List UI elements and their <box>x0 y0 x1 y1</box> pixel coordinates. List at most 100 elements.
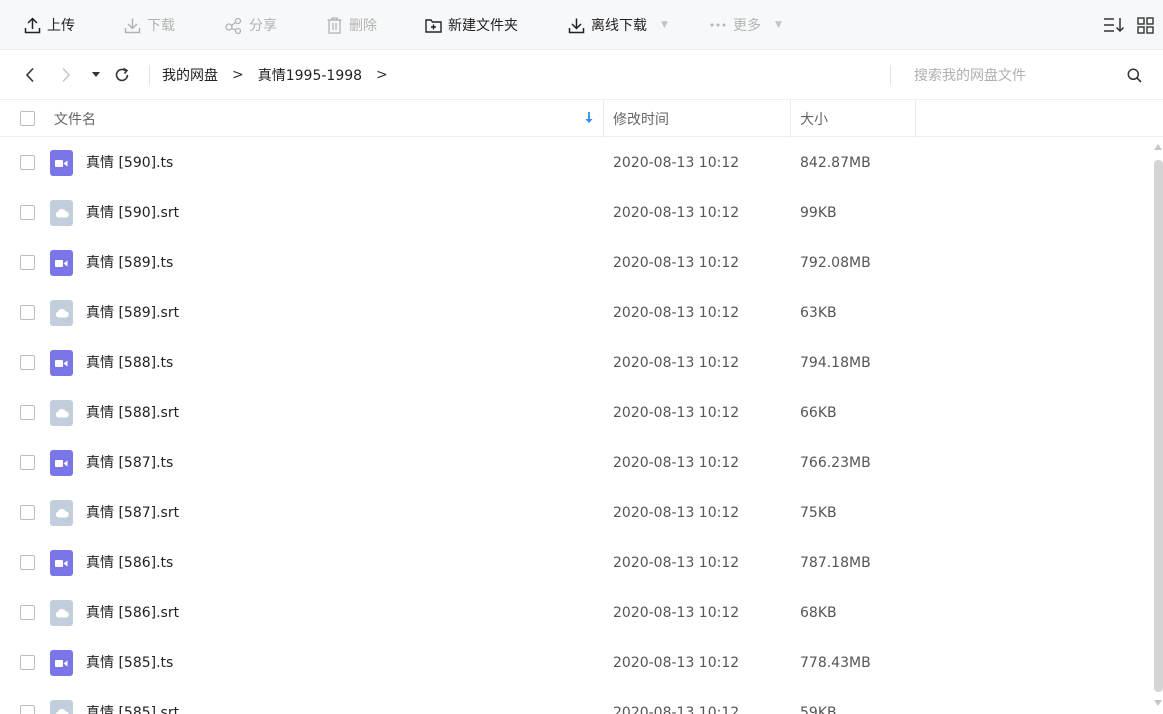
file-name[interactable]: 真情 [589].ts <box>86 238 173 288</box>
breadcrumb-item-current-folder[interactable]: 真情1995-1998 <box>258 65 362 85</box>
subtitle-file-icon <box>50 400 73 426</box>
row-checkbox[interactable] <box>20 305 35 320</box>
file-modified-time: 2020-08-13 10:12 <box>613 555 740 571</box>
file-name[interactable]: 真情 [587].srt <box>86 488 179 538</box>
file-name[interactable]: 真情 [585].ts <box>86 638 173 688</box>
video-file-icon <box>50 450 73 476</box>
subtitle-file-icon <box>50 700 73 714</box>
file-size: 59KB <box>800 705 837 714</box>
file-name[interactable]: 真情 [590].srt <box>86 188 179 238</box>
subtitle-file-icon <box>50 200 73 226</box>
sort-arrow-down-icon[interactable] <box>583 110 595 126</box>
download-icon <box>124 18 141 33</box>
download-button[interactable]: 下载 <box>124 0 175 50</box>
caret-down-icon: ▼ <box>661 20 668 30</box>
file-size: 68KB <box>800 605 837 621</box>
scrollbar-thumb[interactable] <box>1154 160 1163 692</box>
column-divider <box>915 100 916 137</box>
toolbar: 上传 下载 分享 删除 新建文件夹 离线下载 ▼ 更多 ▼ <box>0 0 1163 50</box>
file-row[interactable]: 真情 [588].ts 2020-08-13 10:12 794.18MB <box>0 338 1150 388</box>
chevron-right-icon <box>62 67 71 83</box>
file-size: 794.18MB <box>800 355 871 371</box>
upload-label: 上传 <box>47 18 75 34</box>
breadcrumb-item-my-drive[interactable]: 我的网盘 <box>162 65 218 85</box>
file-size: 99KB <box>800 205 837 221</box>
row-checkbox[interactable] <box>20 655 35 670</box>
column-divider <box>603 100 604 137</box>
forward-button[interactable] <box>58 50 74 100</box>
new-folder-button[interactable]: 新建文件夹 <box>425 0 518 50</box>
file-modified-time: 2020-08-13 10:12 <box>613 505 740 521</box>
file-row[interactable]: 真情 [589].ts 2020-08-13 10:12 792.08MB <box>0 238 1150 288</box>
row-checkbox[interactable] <box>20 355 35 370</box>
breadcrumb: 我的网盘 > 真情1995-1998 > <box>162 50 402 100</box>
delete-button[interactable]: 删除 <box>326 0 377 50</box>
scroll-up-arrow-icon[interactable] <box>1154 144 1162 150</box>
more-label: 更多 <box>733 18 761 34</box>
file-size: 63KB <box>800 305 837 321</box>
file-row[interactable]: 真情 [588].srt 2020-08-13 10:12 66KB <box>0 388 1150 438</box>
file-name[interactable]: 真情 [586].ts <box>86 538 173 588</box>
search-input[interactable] <box>906 62 1106 88</box>
file-row[interactable]: 真情 [590].srt 2020-08-13 10:12 99KB <box>0 188 1150 238</box>
breadcrumb-separator: > <box>376 67 388 83</box>
more-button[interactable]: 更多 ▼ <box>709 0 782 50</box>
grid-view-button[interactable] <box>1137 0 1154 50</box>
file-name[interactable]: 真情 [585].srt <box>86 688 179 714</box>
offline-download-button[interactable]: 离线下载 ▼ <box>568 0 668 50</box>
delete-label: 删除 <box>349 18 377 34</box>
file-row[interactable]: 真情 [590].ts 2020-08-13 10:12 842.87MB <box>0 138 1150 188</box>
share-button[interactable]: 分享 <box>225 0 277 50</box>
chevron-left-icon <box>25 67 34 83</box>
history-dropdown-button[interactable] <box>89 50 103 100</box>
file-name[interactable]: 真情 [589].srt <box>86 288 179 338</box>
file-modified-time: 2020-08-13 10:12 <box>613 255 740 271</box>
row-checkbox[interactable] <box>20 455 35 470</box>
refresh-button[interactable] <box>112 50 132 100</box>
column-header-modified[interactable]: 修改时间 <box>613 100 669 137</box>
back-button[interactable] <box>22 50 38 100</box>
more-icon <box>710 23 726 27</box>
video-file-icon <box>50 650 73 676</box>
file-list: 真情 [590].ts 2020-08-13 10:12 842.87MB 真情 [5… <box>0 138 1150 714</box>
scrollbar[interactable] <box>1151 138 1163 714</box>
file-name[interactable]: 真情 [588].srt <box>86 388 179 438</box>
file-name[interactable]: 真情 [587].ts <box>86 438 173 488</box>
file-name[interactable]: 真情 [590].ts <box>86 138 173 188</box>
file-row[interactable]: 真情 [589].srt 2020-08-13 10:12 63KB <box>0 288 1150 338</box>
breadcrumb-separator: > <box>232 67 244 83</box>
download-label: 下载 <box>147 18 175 34</box>
file-modified-time: 2020-08-13 10:12 <box>613 355 740 371</box>
row-checkbox[interactable] <box>20 405 35 420</box>
row-checkbox[interactable] <box>20 205 35 220</box>
scroll-down-arrow-icon[interactable] <box>1154 700 1162 706</box>
row-checkbox[interactable] <box>20 605 35 620</box>
file-row[interactable]: 真情 [585].ts 2020-08-13 10:12 778.43MB <box>0 638 1150 688</box>
column-header-name[interactable]: 文件名 <box>54 100 96 137</box>
file-row[interactable]: 真情 [586].srt 2020-08-13 10:12 68KB <box>0 588 1150 638</box>
select-all-checkbox[interactable] <box>20 111 35 126</box>
file-name[interactable]: 真情 [586].srt <box>86 588 179 638</box>
column-header-size[interactable]: 大小 <box>800 100 828 137</box>
file-row[interactable]: 真情 [587].srt 2020-08-13 10:12 75KB <box>0 488 1150 538</box>
row-checkbox[interactable] <box>20 255 35 270</box>
upload-button[interactable]: 上传 <box>24 0 75 50</box>
offline-download-label: 离线下载 <box>591 18 647 34</box>
file-row[interactable]: 真情 [585].srt 2020-08-13 10:12 59KB <box>0 688 1150 714</box>
file-modified-time: 2020-08-13 10:12 <box>613 305 740 321</box>
video-file-icon <box>50 550 73 576</box>
sort-button[interactable] <box>1103 0 1125 50</box>
row-checkbox[interactable] <box>20 705 35 714</box>
file-size: 792.08MB <box>800 255 871 271</box>
search-button[interactable] <box>1120 50 1148 100</box>
file-row[interactable]: 真情 [587].ts 2020-08-13 10:12 766.23MB <box>0 438 1150 488</box>
file-name[interactable]: 真情 [588].ts <box>86 338 173 388</box>
refresh-icon <box>115 67 129 82</box>
subtitle-file-icon <box>50 300 73 326</box>
row-checkbox[interactable] <box>20 555 35 570</box>
file-modified-time: 2020-08-13 10:12 <box>613 655 740 671</box>
trash-icon <box>327 16 342 34</box>
row-checkbox[interactable] <box>20 155 35 170</box>
file-row[interactable]: 真情 [586].ts 2020-08-13 10:12 787.18MB <box>0 538 1150 588</box>
row-checkbox[interactable] <box>20 505 35 520</box>
